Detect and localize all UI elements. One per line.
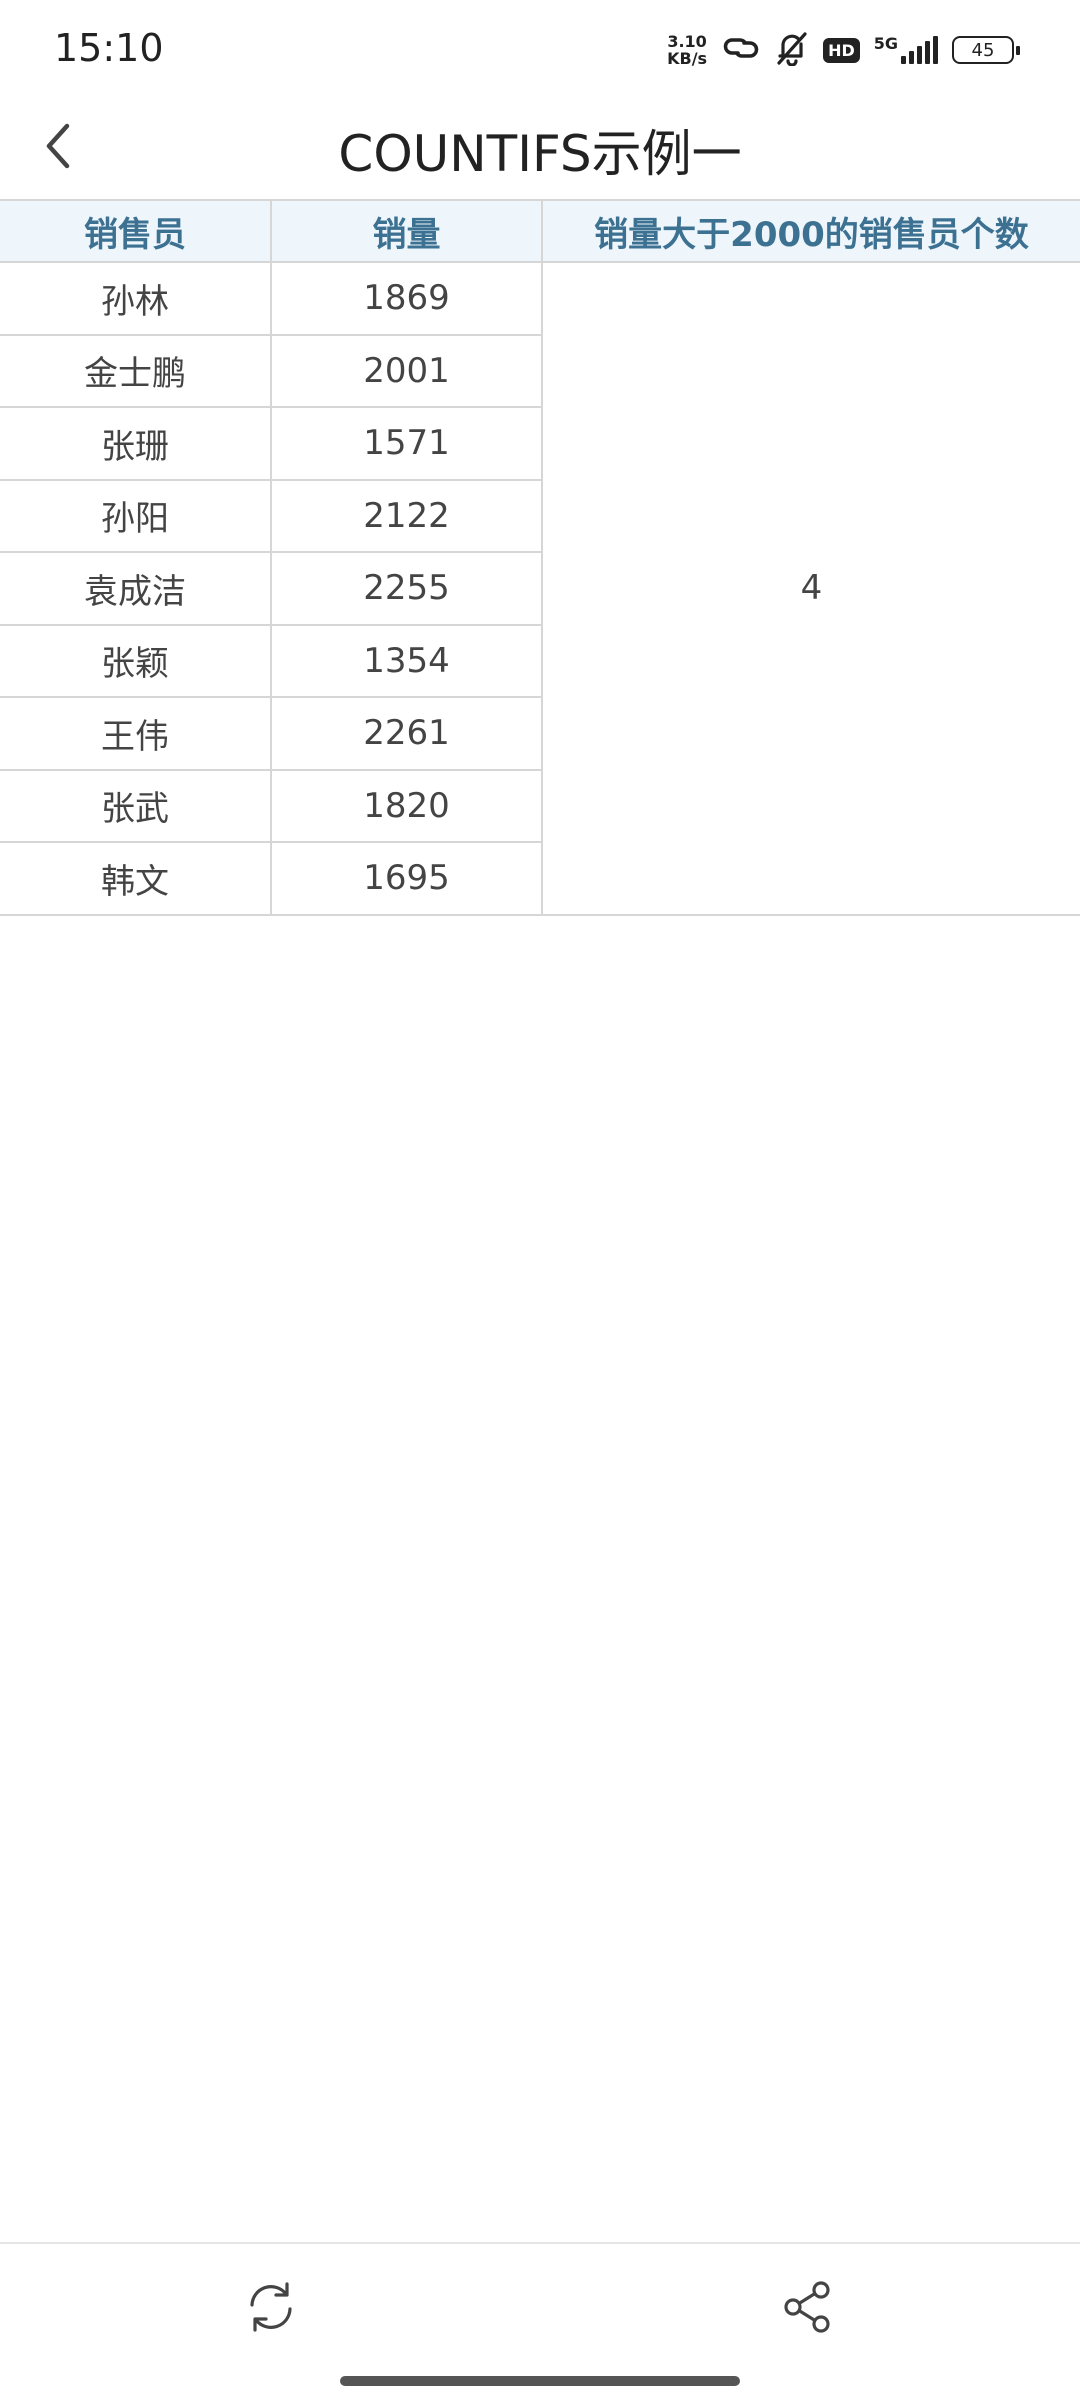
signal-icon: 5G [874, 36, 938, 64]
header-sales: 销量 [270, 199, 543, 263]
table-header-row: 销售员 销量 销量大于2000的销售员个数 [0, 199, 1080, 263]
salesperson-cell: 孙林 [0, 261, 272, 336]
page-title: COUNTIFS示例一 [338, 125, 742, 183]
sales-table: 销售员 销量 销量大于2000的销售员个数 孙林 1869 4 金士鹏 2001… [0, 199, 1080, 916]
sales-cell: 1820 [270, 768, 543, 843]
link-icon [721, 33, 761, 67]
hd-badge: HD [823, 37, 860, 63]
network-speed-unit: KB/s [667, 49, 708, 68]
sales-cell: 1354 [270, 623, 543, 698]
app-header: COUNTIFS示例一 [0, 100, 1080, 195]
header-salesperson: 销售员 [0, 199, 272, 263]
bell-off-icon [775, 30, 809, 70]
battery-icon: 45 [952, 36, 1020, 64]
result-cell: 4 [541, 261, 1080, 916]
salesperson-cell: 孙阳 [0, 478, 272, 553]
network-speed-value: 3.10 [667, 32, 707, 51]
sales-cell: 2122 [270, 478, 543, 553]
network-speed: 3.10 KB/s [667, 33, 707, 67]
table-row: 孙林 1869 4 [0, 261, 1080, 916]
network-type: 5G [873, 34, 898, 53]
salesperson-cell: 金士鹏 [0, 333, 272, 408]
sales-cell: 1695 [270, 841, 543, 916]
sales-cell: 1571 [270, 406, 543, 481]
home-indicator[interactable] [340, 2376, 740, 2386]
salesperson-cell: 王伟 [0, 696, 272, 771]
header-count-over-2000: 销量大于2000的销售员个数 [541, 199, 1080, 263]
salesperson-cell: 张珊 [0, 406, 272, 481]
salesperson-cell: 张颖 [0, 623, 272, 698]
salesperson-cell: 袁成洁 [0, 551, 272, 626]
status-bar: 15:10 3.10 KB/s HD 5G 45 [0, 0, 1080, 100]
battery-level: 45 [971, 39, 995, 61]
sales-cell: 1869 [270, 261, 543, 336]
sales-cell: 2255 [270, 551, 543, 626]
bottom-toolbar [0, 2242, 1080, 2400]
refresh-icon [242, 2278, 300, 2340]
salesperson-cell: 韩文 [0, 841, 272, 916]
refresh-button[interactable] [236, 2274, 306, 2344]
status-time: 15:10 [54, 26, 164, 70]
salesperson-cell: 张武 [0, 768, 272, 843]
sales-cell: 2261 [270, 696, 543, 771]
share-button[interactable] [773, 2274, 843, 2344]
sales-cell: 2001 [270, 333, 543, 408]
status-icons: 3.10 KB/s HD 5G 45 [667, 30, 1020, 70]
share-icon [780, 2279, 836, 2339]
